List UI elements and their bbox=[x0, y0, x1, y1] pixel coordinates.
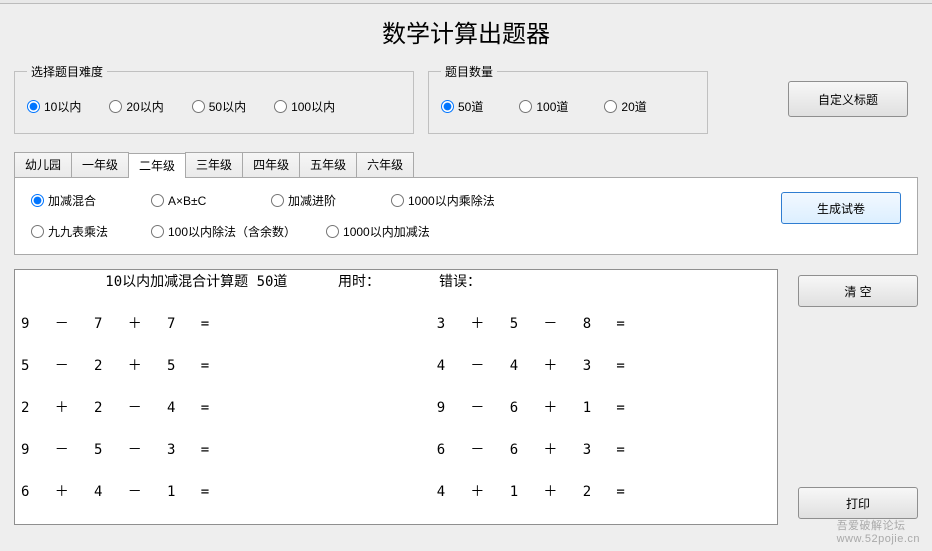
difficulty-option[interactable]: 20以内 bbox=[109, 98, 163, 115]
grade-tabs: 幼儿园一年级二年级三年级四年级五年级六年级 bbox=[14, 152, 918, 177]
type-option[interactable]: 加减进阶 bbox=[271, 192, 361, 209]
grade-tab[interactable]: 幼儿园 bbox=[14, 152, 72, 177]
grade-tab[interactable]: 二年级 bbox=[128, 153, 186, 178]
count-option[interactable]: 20道 bbox=[604, 98, 646, 115]
grade-tab[interactable]: 四年级 bbox=[242, 152, 300, 177]
type-option[interactable]: 九九表乘法 bbox=[31, 223, 121, 240]
difficulty-legend: 选择题目难度 bbox=[27, 63, 107, 80]
type-option[interactable]: 1000以内加减法 bbox=[326, 223, 430, 240]
type-panel: 加减混合 A×B±C 加减进阶 1000以内乘除法 九九表乘法 100以内除法（含余数）… bbox=[14, 177, 918, 255]
difficulty-option[interactable]: 10以内 bbox=[27, 98, 81, 115]
grade-tab[interactable]: 三年级 bbox=[185, 152, 243, 177]
type-option[interactable]: A×B±C bbox=[151, 194, 241, 208]
count-group: 题目数量 50道 100道 20道 bbox=[428, 63, 708, 134]
difficulty-option[interactable]: 100以内 bbox=[274, 98, 335, 115]
count-option[interactable]: 100道 bbox=[519, 98, 568, 115]
page-title: 数学计算出题器 bbox=[0, 4, 932, 63]
print-button[interactable]: 打印 bbox=[798, 487, 918, 519]
difficulty-group: 选择题目难度 10以内 20以内 50以内 100以内 bbox=[14, 63, 414, 134]
clear-button[interactable]: 清 空 bbox=[798, 275, 918, 307]
output-textarea[interactable]: 10以内加减混合计算题 50道 用时： 错误： 9 － 7 ＋ 7 = 3 ＋ … bbox=[14, 269, 778, 525]
grade-tab[interactable]: 五年级 bbox=[299, 152, 357, 177]
difficulty-option[interactable]: 50以内 bbox=[192, 98, 246, 115]
grade-tab[interactable]: 六年级 bbox=[356, 152, 414, 177]
custom-title-button[interactable]: 自定义标题 bbox=[788, 81, 908, 117]
count-option[interactable]: 50道 bbox=[441, 98, 483, 115]
type-option[interactable]: 加减混合 bbox=[31, 192, 121, 209]
count-legend: 题目数量 bbox=[441, 63, 497, 80]
generate-button[interactable]: 生成试卷 bbox=[781, 192, 901, 224]
grade-tab[interactable]: 一年级 bbox=[71, 152, 129, 177]
type-option[interactable]: 1000以内乘除法 bbox=[391, 192, 495, 209]
type-option[interactable]: 100以内除法（含余数） bbox=[151, 223, 296, 240]
